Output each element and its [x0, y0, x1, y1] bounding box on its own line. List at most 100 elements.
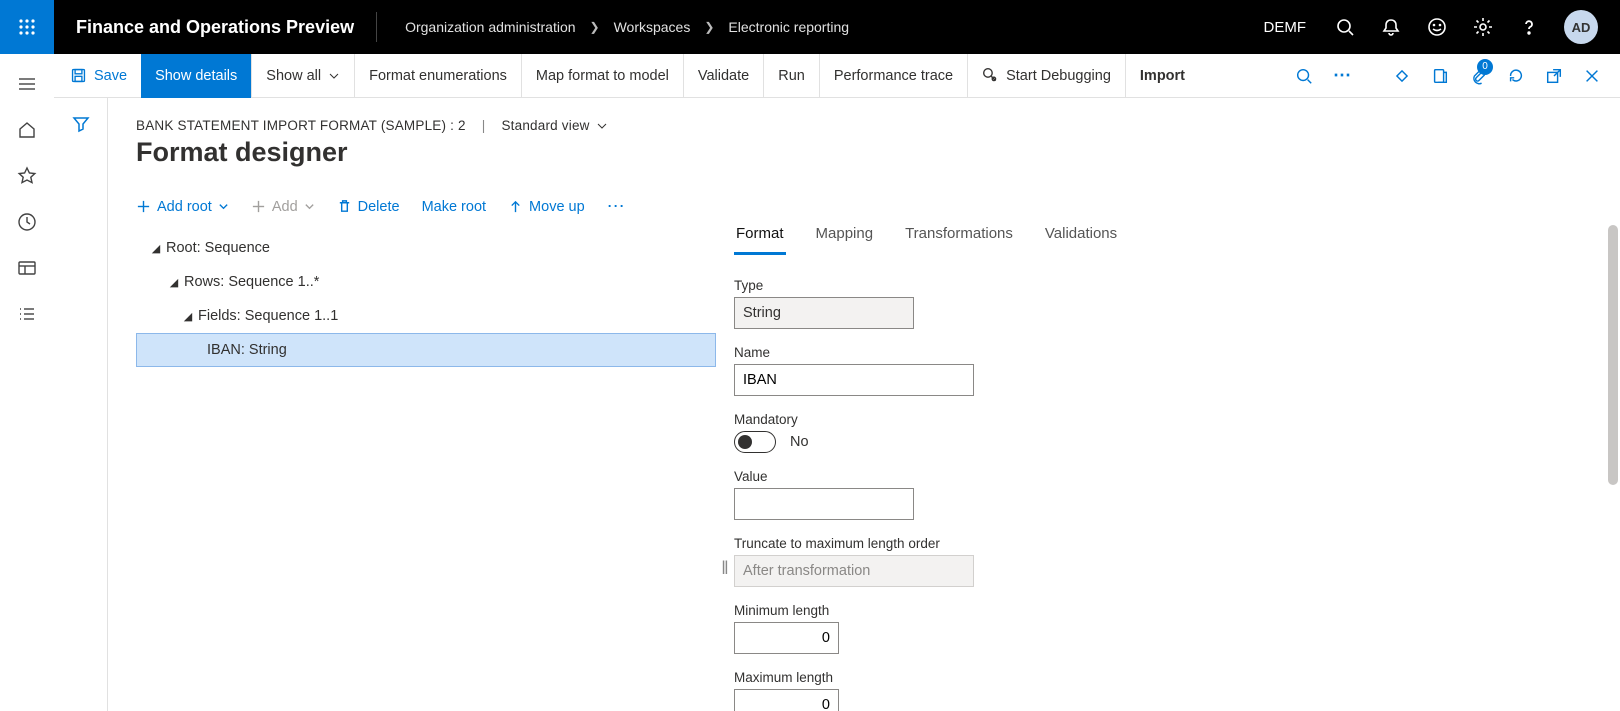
- breadcrumb-item[interactable]: Workspaces: [614, 19, 691, 35]
- show-details-button[interactable]: Show details: [141, 54, 251, 98]
- tree-node-fields[interactable]: ◢ Fields: Sequence 1..1: [136, 299, 716, 333]
- breadcrumb-item[interactable]: Electronic reporting: [728, 19, 849, 35]
- tab-validations[interactable]: Validations: [1043, 225, 1119, 255]
- max-length-input[interactable]: [734, 689, 839, 711]
- run-button[interactable]: Run: [763, 54, 819, 98]
- company-code[interactable]: DEMF: [1250, 19, 1321, 36]
- cmd-more-button[interactable]: ⋯: [1324, 54, 1360, 98]
- chevron-down-icon: [596, 120, 608, 132]
- collapse-icon[interactable]: ◢: [178, 310, 198, 323]
- max-length-label: Maximum length: [734, 670, 994, 685]
- cmd-popout-button[interactable]: [1536, 54, 1572, 98]
- chevron-right-icon: ❯: [590, 20, 600, 34]
- nav-workspaces[interactable]: [15, 256, 39, 280]
- view-selector[interactable]: Standard view: [501, 118, 607, 133]
- start-debugging-button[interactable]: Start Debugging: [967, 54, 1125, 98]
- move-up-button[interactable]: Move up: [508, 199, 585, 215]
- page-title: Format designer: [136, 137, 1620, 168]
- tree-node-root[interactable]: ◢ Root: Sequence: [136, 231, 716, 265]
- tab-transformations[interactable]: Transformations: [903, 225, 1015, 255]
- feedback-button[interactable]: [1416, 0, 1458, 54]
- debug-icon: [982, 67, 999, 84]
- performance-trace-button[interactable]: Performance trace: [819, 54, 967, 98]
- view-name: Standard view: [501, 118, 589, 133]
- validate-button[interactable]: Validate: [683, 54, 763, 98]
- tree-node-iban[interactable]: IBAN: String: [136, 333, 716, 367]
- truncate-label: Truncate to maximum length order: [734, 536, 994, 551]
- format-properties-form: Type String Name Mandatory: [734, 256, 994, 711]
- search-button[interactable]: [1324, 0, 1366, 54]
- pane-splitter[interactable]: ‖: [716, 225, 734, 711]
- nav-favorites[interactable]: [15, 164, 39, 188]
- nav-modules[interactable]: [15, 302, 39, 326]
- name-label: Name: [734, 345, 994, 360]
- waffle-icon: [18, 18, 36, 36]
- cmd-search-button[interactable]: [1286, 54, 1322, 98]
- save-label: Save: [94, 68, 127, 84]
- chevron-down-icon: [328, 70, 340, 82]
- breadcrumb: Organization administration ❯ Workspaces…: [377, 19, 877, 35]
- top-bar: Finance and Operations Preview Organizat…: [0, 0, 1620, 54]
- chevron-right-icon: ❯: [704, 20, 714, 34]
- min-length-label: Minimum length: [734, 603, 994, 618]
- designer-toolbar: Add root Add Delete Make root: [136, 178, 1620, 225]
- nav-home[interactable]: [15, 118, 39, 142]
- top-right-controls: DEMF AD: [1250, 0, 1620, 54]
- add-root-button[interactable]: Add root: [136, 199, 229, 215]
- app-launcher[interactable]: [0, 0, 54, 54]
- nav-expand-button[interactable]: [15, 72, 39, 96]
- filter-icon: [71, 114, 91, 134]
- cmd-close-button[interactable]: [1574, 54, 1610, 98]
- separator: |: [482, 118, 486, 133]
- settings-button[interactable]: [1462, 0, 1504, 54]
- nav-recent[interactable]: [15, 210, 39, 234]
- left-nav-rail: [0, 54, 54, 711]
- cmd-diamond-button[interactable]: [1384, 54, 1420, 98]
- make-root-button[interactable]: Make root: [422, 199, 486, 215]
- property-tabs: Format Mapping Transformations Validatio…: [734, 225, 1570, 256]
- type-field[interactable]: String: [734, 297, 914, 329]
- delete-button[interactable]: Delete: [337, 199, 400, 215]
- cmd-attachments-button[interactable]: 0: [1460, 54, 1496, 98]
- type-label: Type: [734, 278, 994, 293]
- save-button[interactable]: Save: [54, 54, 141, 98]
- tab-format[interactable]: Format: [734, 225, 786, 255]
- help-button[interactable]: [1508, 0, 1550, 54]
- arrow-up-icon: [508, 199, 523, 214]
- show-details-label: Show details: [155, 68, 237, 84]
- breadcrumb-item[interactable]: Organization administration: [405, 19, 575, 35]
- tree-node-rows[interactable]: ◢ Rows: Sequence 1..*: [136, 265, 716, 299]
- notifications-button[interactable]: [1370, 0, 1412, 54]
- app-title: Finance and Operations Preview: [54, 17, 376, 38]
- show-all-label: Show all: [266, 68, 321, 84]
- trash-icon: [337, 199, 352, 214]
- add-button[interactable]: Add: [251, 199, 315, 215]
- mandatory-toggle[interactable]: [734, 431, 776, 453]
- show-all-button[interactable]: Show all: [251, 54, 354, 98]
- collapse-icon[interactable]: ◢: [164, 276, 184, 289]
- format-tree: ◢ Root: Sequence ◢ Rows: Sequence 1..* ◢…: [136, 231, 716, 367]
- command-bar: Save Show details Show all Format enumer…: [54, 54, 1620, 98]
- config-name: BANK STATEMENT IMPORT FORMAT (SAMPLE) : …: [136, 118, 466, 133]
- truncate-input: [734, 555, 974, 587]
- value-label: Value: [734, 469, 994, 484]
- filter-pane-toggle[interactable]: [54, 98, 108, 711]
- attachment-count-badge: 0: [1477, 59, 1493, 75]
- cmd-docs-button[interactable]: [1422, 54, 1458, 98]
- format-enumerations-button[interactable]: Format enumerations: [354, 54, 521, 98]
- min-length-input[interactable]: [734, 622, 839, 654]
- chevron-down-icon: [304, 201, 315, 212]
- chevron-down-icon: [218, 201, 229, 212]
- mandatory-text: No: [790, 434, 809, 450]
- collapse-icon[interactable]: ◢: [146, 242, 166, 255]
- mandatory-label: Mandatory: [734, 412, 994, 427]
- value-input[interactable]: [734, 488, 914, 520]
- import-button[interactable]: Import: [1125, 54, 1199, 98]
- map-format-button[interactable]: Map format to model: [521, 54, 683, 98]
- vertical-scrollbar[interactable]: [1608, 225, 1618, 485]
- cmd-refresh-button[interactable]: [1498, 54, 1534, 98]
- tab-mapping[interactable]: Mapping: [814, 225, 876, 255]
- user-avatar[interactable]: AD: [1564, 10, 1598, 44]
- name-input[interactable]: [734, 364, 974, 396]
- toolbar-more-button[interactable]: ⋯: [607, 196, 625, 217]
